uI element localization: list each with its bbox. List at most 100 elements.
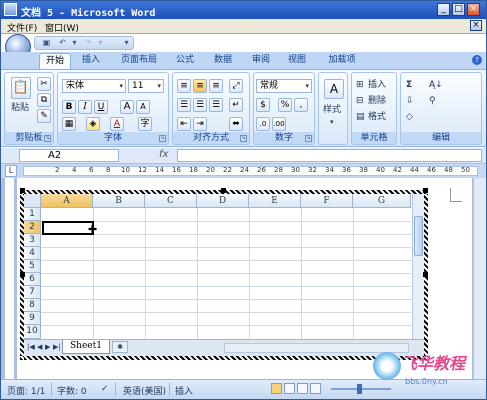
print-layout-view-icon[interactable] — [271, 383, 282, 394]
maximize-button[interactable]: □ — [452, 3, 465, 16]
decrease-decimal-icon[interactable]: .00 — [272, 117, 286, 131]
zoom-slider-knob[interactable] — [357, 384, 362, 394]
redo-dropdown-icon[interactable]: ▾ — [95, 38, 106, 48]
shrink-font-button[interactable]: A — [136, 100, 150, 114]
row-header-1[interactable]: 1 — [24, 208, 41, 221]
select-all-corner[interactable] — [24, 194, 41, 208]
outline-view-icon[interactable] — [310, 383, 321, 394]
delete-cells-icon[interactable]: ⊟ — [356, 94, 364, 108]
font-name-combo[interactable]: 宋体 ▾ — [62, 79, 126, 93]
fill-color-icon[interactable]: ◈ — [86, 117, 100, 131]
row-header-4[interactable]: 4 — [24, 247, 41, 260]
insert-sheet-icon[interactable]: ✱ — [112, 341, 128, 353]
styles-dropdown-icon[interactable]: ▾ — [330, 115, 334, 129]
italic-button[interactable]: I — [78, 100, 92, 114]
merge-center-icon[interactable]: ⬌ — [229, 117, 243, 131]
clear-icon[interactable]: ◇ — [406, 110, 413, 124]
resize-handle[interactable] — [221, 188, 226, 193]
row-header-9[interactable]: 9 — [24, 312, 41, 325]
language-status[interactable]: 英语(美国) — [123, 384, 166, 397]
copy-icon[interactable]: ⧉ — [37, 93, 51, 107]
horizontal-ruler[interactable]: 2 4 6 8 10 12 14 16 18 20 22 24 26 28 30… — [23, 166, 478, 176]
embedded-worksheet[interactable]: A B C D E F G 1 2 3 4 5 6 7 8 9 10 ✚ |◀ … — [24, 194, 424, 356]
resize-handle[interactable] — [423, 188, 428, 193]
web-layout-view-icon[interactable] — [297, 383, 308, 394]
page-count[interactable]: 页面: 1/1 — [7, 384, 45, 397]
row-header-10[interactable]: 10 — [24, 325, 41, 339]
next-sheet-icon[interactable]: ▶ — [45, 343, 50, 351]
wrap-text-icon[interactable]: ↵ — [229, 98, 243, 112]
customize-qat-icon[interactable]: ▾ — [121, 38, 132, 48]
tab-selector-icon[interactable]: L — [5, 165, 17, 177]
tab-formulas[interactable]: 公式 — [171, 53, 199, 69]
fill-icon[interactable]: ⇩ — [406, 94, 414, 108]
grow-font-button[interactable]: A — [120, 100, 134, 114]
align-right-icon[interactable]: ☰ — [209, 98, 223, 112]
column-header-g[interactable]: G — [353, 194, 411, 208]
number-dialog-launcher-icon[interactable]: ↘ — [305, 135, 312, 142]
embedded-worksheet-frame[interactable]: A B C D E F G 1 2 3 4 5 6 7 8 9 10 ✚ |◀ … — [20, 190, 428, 360]
paste-icon[interactable]: 📋 — [11, 77, 31, 99]
font-name-dropdown-icon[interactable]: ▾ — [119, 80, 123, 92]
redo-icon[interactable]: ↷ — [83, 38, 94, 48]
font-color-button[interactable]: A — [110, 117, 124, 131]
sheet-scroll-thumb[interactable] — [414, 216, 423, 256]
column-header-a[interactable]: A — [41, 194, 93, 208]
row-header-7[interactable]: 7 — [24, 286, 41, 299]
cut-icon[interactable]: ✂ — [37, 77, 51, 91]
word-app-icon[interactable] — [4, 3, 17, 16]
help-icon[interactable]: ? — [472, 55, 482, 65]
resize-handle[interactable] — [423, 272, 428, 277]
active-cell-a2[interactable] — [42, 221, 94, 235]
tab-view[interactable]: 视图 — [283, 53, 311, 69]
font-size-dropdown-icon[interactable]: ▾ — [157, 80, 161, 92]
align-left-icon[interactable]: ☰ — [177, 98, 191, 112]
phonetic-icon[interactable]: 字 — [138, 117, 152, 131]
word-count[interactable]: 字数: 0 — [57, 384, 87, 397]
format-cells-icon[interactable]: ▤ — [356, 110, 365, 124]
decrease-indent-icon[interactable]: ⇤ — [177, 117, 191, 131]
resize-handle[interactable] — [20, 188, 25, 193]
row-header-2[interactable]: 2 — [24, 221, 41, 234]
align-center-icon[interactable]: ☰ — [193, 98, 207, 112]
align-bottom-icon[interactable]: ≡ — [209, 79, 223, 93]
font-dialog-launcher-icon[interactable]: ↘ — [159, 135, 166, 142]
sheet-vertical-scrollbar[interactable] — [412, 194, 424, 339]
undo-dropdown-icon[interactable]: ▾ — [69, 38, 80, 48]
underline-button[interactable]: U — [94, 100, 108, 114]
row-header-5[interactable]: 5 — [24, 260, 41, 273]
row-header-8[interactable]: 8 — [24, 299, 41, 312]
first-sheet-icon[interactable]: |◀ — [27, 343, 35, 351]
formula-input[interactable] — [177, 149, 482, 162]
font-size-combo[interactable]: 11 ▾ — [128, 79, 164, 93]
number-format-dropdown-icon[interactable]: ▾ — [305, 80, 309, 92]
last-sheet-icon[interactable]: ▶| — [53, 343, 61, 351]
increase-decimal-icon[interactable]: .0 — [256, 117, 270, 131]
sheet-tab-sheet1[interactable]: Sheet1 — [62, 340, 110, 354]
tab-add-ins[interactable]: 加载项 — [323, 53, 361, 69]
insert-function-button[interactable]: fx — [159, 149, 168, 160]
minimize-button[interactable]: _ — [437, 3, 450, 16]
row-header-3[interactable]: 3 — [24, 234, 41, 247]
row-header-6[interactable]: 6 — [24, 273, 41, 286]
undo-icon[interactable]: ↶ — [57, 38, 68, 48]
menu-file[interactable]: 文件(F) — [7, 21, 37, 34]
insert-mode-status[interactable]: 插入 — [175, 384, 193, 397]
menu-close-icon[interactable]: × — [470, 20, 482, 31]
delete-cells-button[interactable]: 删除 — [368, 94, 386, 108]
format-cells-button[interactable]: 格式 — [368, 110, 386, 124]
prev-sheet-icon[interactable]: ◀ — [37, 343, 42, 351]
align-middle-icon[interactable]: ≡ — [193, 79, 207, 93]
borders-icon[interactable]: ▦ — [62, 117, 76, 131]
resize-handle[interactable] — [20, 272, 25, 277]
increase-indent-icon[interactable]: ⇥ — [193, 117, 207, 131]
tab-page-layout[interactable]: 页面布局 — [115, 53, 163, 69]
currency-icon[interactable]: $ — [256, 98, 270, 112]
orientation-icon[interactable]: ⤢ — [229, 79, 243, 93]
menu-window[interactable]: 窗口(W) — [45, 21, 79, 34]
clipboard-dialog-launcher-icon[interactable]: ↘ — [44, 135, 51, 142]
find-select-icon[interactable]: ⚲ — [429, 94, 436, 108]
autosum-button[interactable]: Σ — [406, 78, 412, 92]
save-icon[interactable]: ▣ — [41, 38, 52, 48]
align-top-icon[interactable]: ≡ — [177, 79, 191, 93]
